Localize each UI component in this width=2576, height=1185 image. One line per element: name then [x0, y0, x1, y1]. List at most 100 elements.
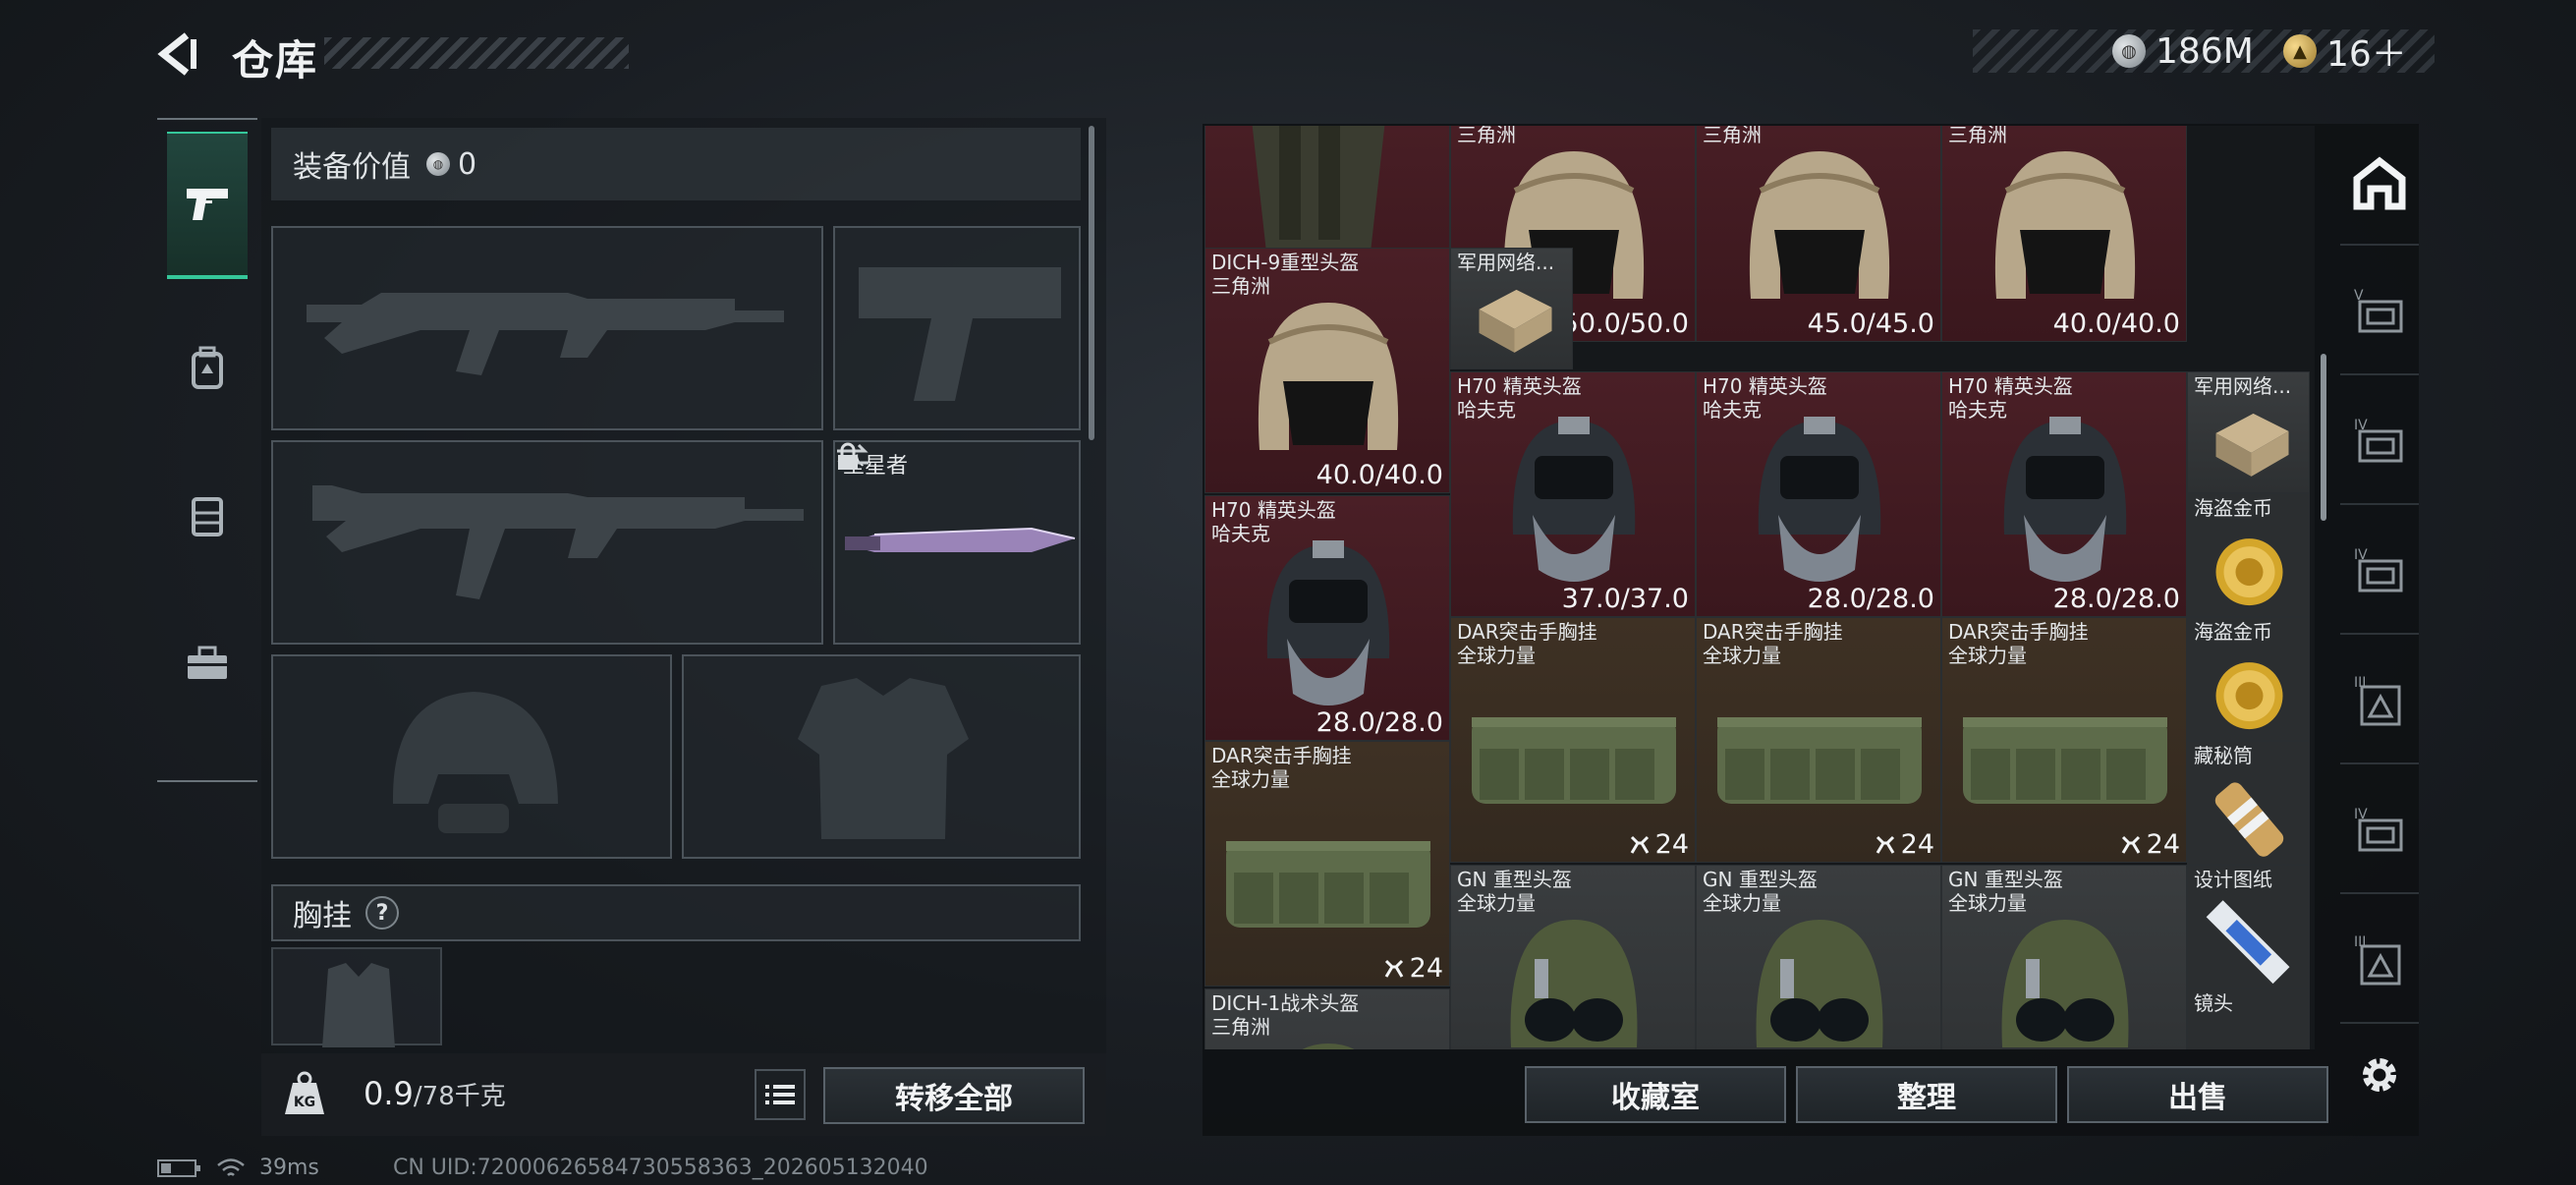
item-faction: 哈夫克 [1948, 398, 2007, 422]
svg-text:IV: IV [2354, 807, 2368, 822]
back-chevron-icon[interactable] [153, 29, 202, 79]
equipment-value-label: 装备价值 [293, 150, 411, 185]
inventory-item[interactable]: H70 精英头盔 哈夫克 28.0/28.0 [1696, 371, 1941, 617]
equipment-value-amount: 0 [458, 146, 477, 182]
capacity-grid-icon [1630, 835, 1649, 854]
pistol-silhouette-icon [859, 267, 1061, 401]
storage-tab-folder-iv-icon[interactable]: IV [2340, 513, 2419, 635]
storage-tab-triangle-iii-icon[interactable]: III [2340, 643, 2419, 764]
item-name: GN 重型头盔 全球力量 [1703, 868, 1818, 915]
item-capacity: 24 [2119, 829, 2180, 860]
loadout-tabs [157, 118, 257, 782]
inventory-item[interactable]: 藏秘筒 [2187, 741, 2310, 865]
item-name: 海盗金币 [2194, 496, 2272, 520]
equipment-scrollbar[interactable] [1089, 126, 1094, 440]
item-capacity: 24 [1382, 953, 1443, 984]
item-name: 藏秘筒 [2194, 744, 2253, 767]
item-faction: 全球力量 [1703, 891, 1781, 915]
item-name: GN 重型头盔 全球力量 [1948, 868, 2063, 915]
item-faction: 哈夫克 [1211, 522, 1270, 545]
capacity-grid-icon [2121, 835, 2140, 854]
lock-icon [838, 442, 858, 470]
currency-silver[interactable]: ◍ 186M [2112, 29, 2254, 73]
item-name: DICH-9重型头盔三角洲 [1457, 126, 1604, 146]
inventory-item[interactable]: 海盗金币 [2187, 493, 2310, 617]
item-faction: 全球力量 [1948, 891, 2027, 915]
organize-button[interactable]: 整理 [1796, 1066, 2057, 1123]
item-name: DAR突击手胸挂 全球力量 [1457, 620, 1597, 667]
user-uid: CN UID:72000626584730558363_202605132040 [393, 1156, 928, 1180]
case-v-icon: V [2354, 288, 2403, 333]
item-durability: 28.0/28.0 [1316, 707, 1443, 738]
item-name: 军用网络... [2194, 374, 2292, 398]
transfer-all-button[interactable]: 转移全部 [823, 1067, 1085, 1124]
storage-category-tabs: V IV IV III IV III [2340, 124, 2419, 1136]
inventory-item[interactable]: 镜头 [2187, 988, 2310, 1049]
storage-tab-triangle-iii-icon[interactable]: III [2340, 902, 2419, 1024]
collection-room-button[interactable]: 收藏室 [1525, 1066, 1786, 1123]
inventory-item[interactable]: DICH-1战术头盔 三角洲 [1204, 988, 1450, 1049]
body-armor-slot[interactable] [682, 654, 1081, 859]
chest-rig-slot[interactable] [271, 947, 442, 1047]
item-faction: 全球力量 [1703, 644, 1781, 667]
inventory-item[interactable]: 海盗金币 [2187, 617, 2310, 741]
storage-tab-folder-iv-icon[interactable]: IV [2340, 383, 2419, 505]
inventory-scrollbar[interactable] [2321, 354, 2326, 521]
item-durability: 37.0/37.0 [1561, 584, 1689, 614]
inventory-item[interactable]: H70 精英头盔 哈夫克 28.0/28.0 [1941, 371, 2187, 617]
inventory-item[interactable]: DICH-9重型头盔三角洲 40.0/40.0 [1941, 126, 2187, 342]
capacity-grid-icon [1384, 959, 1403, 978]
item-durability: 40.0/40.0 [1316, 460, 1443, 490]
wifi-icon [217, 1157, 245, 1176]
inventory-item[interactable]: DAR突击手胸挂 全球力量 24 [1696, 617, 1941, 863]
rifle-silhouette-icon [307, 293, 784, 375]
inventory-item[interactable]: H70 精英头盔 哈夫克 28.0/28.0 [1204, 495, 1450, 741]
item-durability: 40.0/40.0 [2052, 309, 2180, 339]
tab-toolbox[interactable] [167, 590, 248, 737]
chest-rig-section: 胸挂 ? [271, 884, 1081, 941]
storage-tab-home-icon[interactable] [2340, 124, 2419, 246]
storage-tab-case-v-icon[interactable]: V [2340, 254, 2419, 375]
inventory-grid: 35DICH-9重型头盔三角洲50.0/50.0DICH-9重型头盔三角洲45.… [1204, 126, 2315, 1049]
tab-weapons[interactable] [167, 132, 248, 279]
inventory-item[interactable]: GN 重型头盔 全球力量 [1696, 865, 1941, 1049]
inventory-item[interactable]: 设计图纸 [2187, 865, 2310, 988]
item-capacity: 24 [1874, 829, 1934, 860]
inventory-item[interactable]: 军用网络... [2187, 371, 2310, 493]
ping-value: 39ms [259, 1156, 319, 1180]
title-stripe-decoration [324, 37, 629, 69]
inventory-item[interactable]: H70 精英头盔 哈夫克 37.0/37.0 [1450, 371, 1696, 617]
item-faction: 三角洲 [1703, 126, 1762, 146]
svg-text:KG: KG [294, 1095, 315, 1110]
list-icon [765, 1085, 795, 1104]
status-bar: 39ms [157, 1156, 319, 1180]
page-title: 仓库 [232, 36, 319, 85]
sell-button[interactable]: 出售 [2067, 1066, 2328, 1123]
melee-slot[interactable]: 坠星者 [833, 440, 1081, 645]
tab-chest-rig[interactable] [167, 442, 248, 590]
svg-text:V: V [2354, 288, 2364, 304]
list-view-button[interactable] [755, 1069, 806, 1120]
primary-weapon-slot-2[interactable] [271, 440, 823, 645]
storage-tab-case-iv-icon[interactable]: IV [2340, 772, 2419, 894]
primary-weapon-slot-1[interactable] [271, 226, 823, 430]
inventory-item[interactable]: DAR突击手胸挂 全球力量 24 [1204, 741, 1450, 987]
settings-gear-icon[interactable] [2352, 1047, 2407, 1102]
inventory-item[interactable]: DICH-9重型头盔三角洲 40.0/40.0 [1204, 248, 1450, 493]
item-name: GN 重型头盔 全球力量 [1457, 868, 1572, 915]
weight-current: 0.9 [364, 1075, 414, 1112]
item-faction: 全球力量 [1457, 644, 1536, 667]
help-icon[interactable]: ? [365, 896, 399, 930]
silver-coin-icon: ◍ [426, 152, 450, 176]
inventory-item[interactable]: DAR突击手胸挂 全球力量 24 [1450, 617, 1696, 863]
inventory-item[interactable]: GN 重型头盔 全球力量 [1450, 865, 1696, 1049]
tab-backpack[interactable] [167, 295, 248, 442]
currency-silver-value: 186M [2156, 30, 2254, 72]
inventory-item[interactable]: DAR突击手胸挂 全球力量 24 [1941, 617, 2187, 863]
pistol-slot[interactable] [833, 226, 1081, 430]
inventory-item[interactable]: GN 重型头盔 全球力量 [1941, 865, 2187, 1049]
helmet-slot[interactable] [271, 654, 672, 859]
inventory-item[interactable]: DICH-9重型头盔三角洲 45.0/45.0 [1696, 126, 1941, 342]
inventory-item[interactable]: 军用网络... [1450, 248, 1573, 369]
currency-gold[interactable]: ▲ 16＋ [2283, 29, 2407, 75]
